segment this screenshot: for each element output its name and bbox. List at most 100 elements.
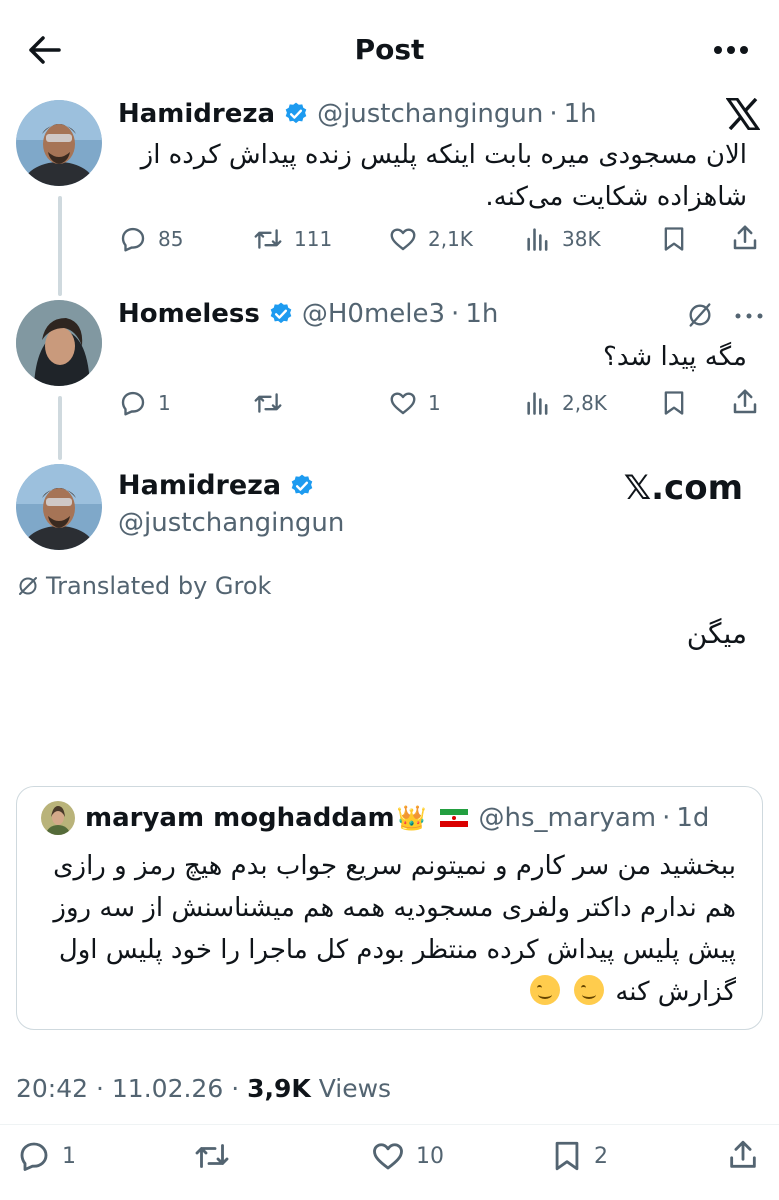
repost-count: 111 [294,227,333,251]
author-name[interactable]: Homeless [118,296,260,332]
share-icon [730,1140,756,1168]
separator-dot: · [96,1074,112,1103]
verified-icon [270,302,292,324]
main-author: Hamidreza [118,470,323,501]
reply-icon [121,227,145,252]
separator-dot: · [662,803,671,833]
reply-button[interactable]: 1 [118,388,171,418]
quote-text-fragment: گزارش کنه [615,977,736,1007]
post-text: میگن [686,617,747,650]
share-button[interactable] [730,386,760,418]
author-handle: @hs_maryam [478,803,657,833]
share-button[interactable] [726,1136,760,1174]
like-count: 10 [416,1143,444,1169]
reply-count: 85 [158,227,184,251]
reply-icon [121,391,145,416]
x-logo-icon [726,98,760,130]
share-icon [733,389,757,414]
repost-icon [254,229,282,249]
views-icon [527,228,548,251]
iran-flag-icon [440,809,469,827]
crown-icon: 👑 [396,804,427,832]
tweet-text-line: الان مسجودی میره بابت اینکه پلیس زنده پی… [140,140,747,170]
grok-icon [19,577,37,595]
like-count: 1 [428,391,441,415]
views-button[interactable]: 2,8K [524,388,607,418]
smile-emoji-icon [574,975,605,1005]
author-handle[interactable]: @justchangingun [317,96,543,132]
reply-button[interactable]: 85 [118,224,183,254]
bookmark-button[interactable]: 2 [550,1138,608,1174]
separator-dot: · [451,299,460,329]
views-button[interactable]: 38K [524,224,601,254]
reply-button[interactable]: 1 [16,1138,76,1174]
like-icon [390,392,416,415]
avatar [41,801,75,835]
reply-count: 1 [62,1143,76,1169]
translated-label: Translated by Grok [46,572,272,600]
author-name: maryam moghaddam [85,803,395,833]
top-bar: Post [0,0,779,96]
like-icon [390,228,416,251]
verified-icon [291,474,313,495]
repost-button[interactable] [252,388,294,418]
tweet-text: مگه پیدا شد؟ [603,342,747,372]
avatar[interactable] [16,300,102,386]
repost-icon [254,393,282,413]
author-handle[interactable]: @H0mele3 [302,296,445,332]
views-icon [527,392,548,415]
like-button[interactable]: 10 [370,1138,444,1174]
quote-text-line: پیش پلیس پیداش کرده منتظر بودم کل ماجرا … [58,935,736,965]
quote-text-line: گزارش کنه [36,971,736,1013]
avatar[interactable] [16,100,102,186]
separator-dot: · [231,1074,248,1103]
like-icon [373,1143,403,1170]
thread-line [58,196,62,296]
bookmark-icon [664,391,684,415]
views-label: Views [318,1074,392,1103]
share-button[interactable] [730,222,760,254]
quote-time: 1d [676,803,710,833]
like-button[interactable]: 1 [388,388,441,418]
repost-icon [195,1144,229,1168]
more-icon[interactable] [711,30,751,70]
bookmark-icon [664,227,684,251]
tweet-text-line: شاهزاده شکایت می‌کنه. [485,182,747,212]
separator-dot: · [549,99,558,129]
tweet-author: Homeless @H0mele3 · 1h [118,296,498,332]
bookmark-button[interactable] [660,388,688,418]
post-time[interactable]: 20:42 [16,1074,88,1103]
verified-icon [285,102,307,124]
x-com-brand: 𝕏.com [623,468,743,508]
smile-emoji-icon [529,975,560,1005]
post-meta: 20:42 · 11.02.26 · 3,9K Views [16,1074,391,1103]
author-handle[interactable]: @justchangingun [118,508,344,538]
reply-icon [20,1142,48,1171]
author-name[interactable]: Hamidreza [118,470,281,501]
quoted-post[interactable]: maryam moghaddam 👑 @hs_maryam · 1d ببخشی… [16,786,763,1030]
grok-icon [686,300,714,330]
views-count: 2,8K [562,391,607,415]
translation-notice[interactable]: Translated by Grok [16,572,271,600]
tweet-time[interactable]: 1h [465,296,498,332]
thread-line [58,396,62,460]
bookmark-icon [555,1141,579,1171]
page-title: Post [354,33,425,66]
author-name[interactable]: Hamidreza [118,96,275,132]
bookmark-button[interactable] [660,224,688,254]
share-icon [733,225,757,250]
tweet-author: Hamidreza @justchangingun · 1h [118,96,597,132]
more-icon[interactable] [734,312,764,320]
like-button[interactable]: 2,1K [388,224,473,254]
like-count: 2,1K [428,227,473,251]
quote-text: ببخشید من سر کارم و نمیتونم سریع جواب بد… [36,845,736,1013]
tweet-time[interactable]: 1h [564,96,597,132]
bookmark-count: 2 [594,1143,608,1169]
post-date[interactable]: 11.02.26 [112,1074,223,1103]
reply-count: 1 [158,391,171,415]
avatar[interactable] [16,464,102,550]
quote-text-line: ببخشید من سر کارم و نمیتونم سریع جواب بد… [53,851,736,881]
repost-button[interactable] [192,1138,242,1174]
views-count: 38K [562,227,601,251]
repost-button[interactable]: 111 [252,224,332,254]
